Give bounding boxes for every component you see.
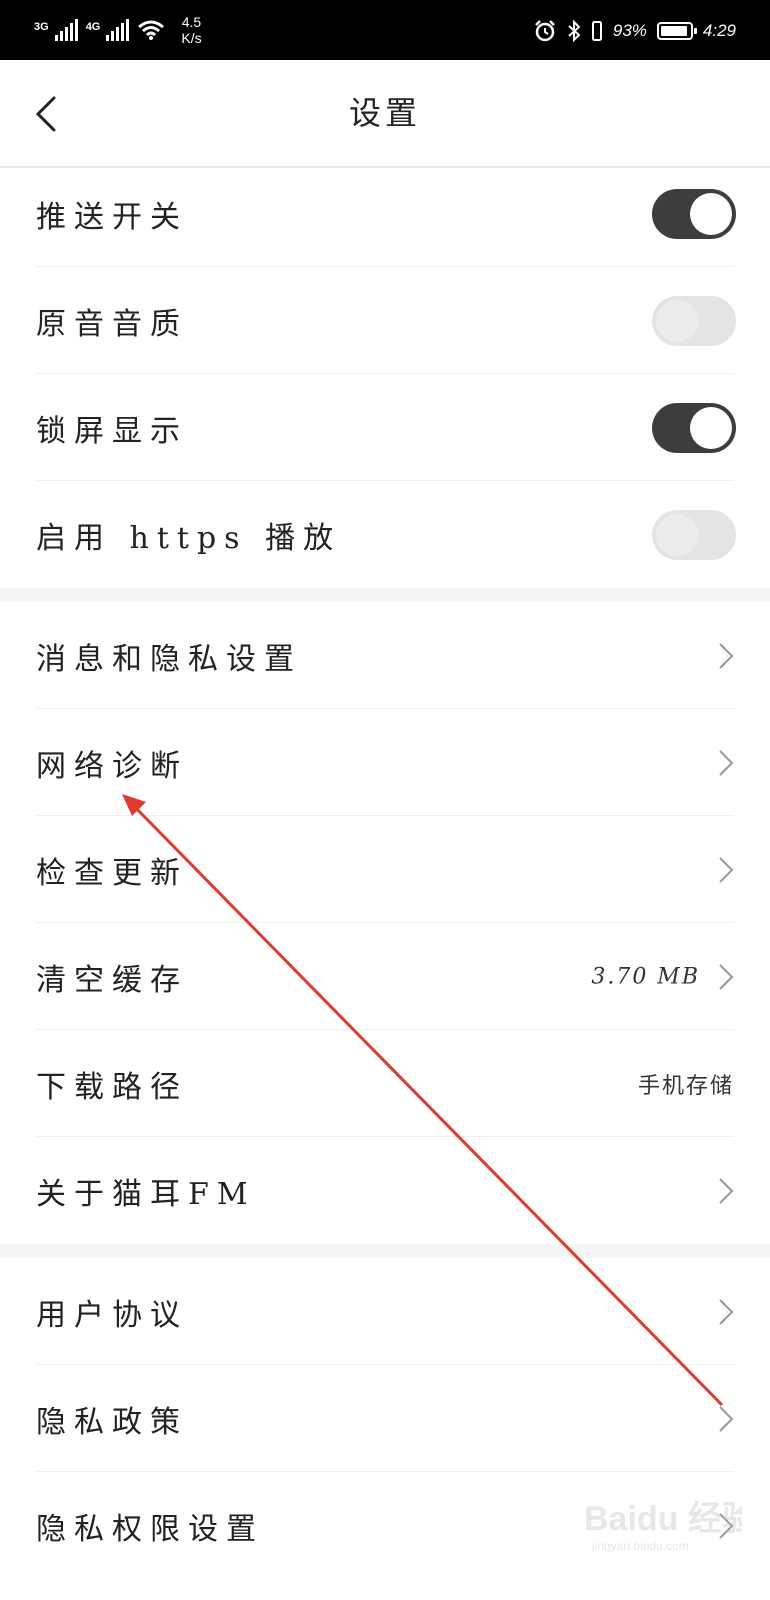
chevron-right-icon xyxy=(719,963,734,990)
setting-row-lockscreen[interactable]: 锁屏显示 xyxy=(0,374,770,481)
setting-row-original-quality[interactable]: 原音音质 xyxy=(0,267,770,374)
chevron-right-icon xyxy=(719,1298,734,1325)
menu-label: 隐私政策 xyxy=(36,1404,188,1440)
svg-text:Baidu 经验: Baidu 经验 xyxy=(584,1499,742,1538)
menu-label: 隐私权限设置 xyxy=(36,1511,264,1547)
toggle-knob xyxy=(690,192,732,235)
cache-size: 3.70 MB xyxy=(591,964,700,989)
chevron-right-icon xyxy=(719,749,734,776)
menu-row-user-agreement[interactable]: 用户协议 xyxy=(0,1258,770,1365)
battery-fill xyxy=(660,26,687,36)
setting-label: 原音音质 xyxy=(36,306,188,342)
menu-row-privacy-policy[interactable]: 隐私政策 xyxy=(0,1365,770,1472)
section-gap xyxy=(0,588,770,602)
signal-icon: 3G xyxy=(34,19,78,41)
chevron-right-icon xyxy=(719,1405,734,1432)
chevron-right-icon xyxy=(719,1177,734,1204)
menu-label: 检查更新 xyxy=(36,855,188,891)
toggle-knob xyxy=(656,513,698,556)
bluetooth-icon xyxy=(568,19,581,43)
lockscreen-toggle[interactable] xyxy=(652,402,736,453)
menu-label: 网络诊断 xyxy=(36,748,188,784)
download-path-value: 手机存储 xyxy=(637,1073,734,1099)
menu-row-message-privacy[interactable]: 消息和隐私设置 xyxy=(0,602,770,709)
original-quality-toggle[interactable] xyxy=(652,295,736,346)
speed-unit: K/s xyxy=(181,30,202,46)
alarm-icon xyxy=(534,20,555,42)
chevron-right-icon xyxy=(719,856,734,883)
menu-row-clear-cache[interactable]: 清空缓存 3.70 MB xyxy=(0,923,770,1030)
clock: 4:29 xyxy=(702,21,736,40)
menu-label: 用户协议 xyxy=(36,1297,188,1333)
page-title: 设置 xyxy=(348,94,421,132)
battery-percent: 93% xyxy=(612,21,647,40)
battery-icon xyxy=(656,22,697,40)
network-type-2: 4G xyxy=(85,21,101,33)
vibrate-icon xyxy=(591,21,602,41)
speed-value: 4.5 xyxy=(181,14,202,30)
setting-label: 启用 https 播放 xyxy=(36,520,342,556)
network-type-1: 3G xyxy=(34,21,49,33)
menu-label: 关于猫耳FM xyxy=(36,1176,256,1212)
menu-label: 消息和隐私设置 xyxy=(36,641,302,677)
toggle-knob xyxy=(690,406,732,449)
setting-row-push[interactable]: 推送开关 xyxy=(0,160,770,267)
setting-label: 推送开关 xyxy=(36,199,188,235)
menu-row-check-update[interactable]: 检查更新 xyxy=(0,816,770,923)
svg-text:jingyan.baidu.com: jingyan.baidu.com xyxy=(591,1539,689,1553)
toggle-knob xyxy=(656,299,698,342)
menu-row-about[interactable]: 关于猫耳FM xyxy=(0,1137,770,1244)
menu-label: 下载路径 xyxy=(36,1069,188,1105)
menu-row-network-diagnosis[interactable]: 网络诊断 xyxy=(0,709,770,816)
setting-row-https[interactable]: 启用 https 播放 xyxy=(0,481,770,588)
top-bar: 设置 xyxy=(0,60,770,168)
baidu-watermark-logo: Baidu 经验 jingyan.baidu.com xyxy=(584,1499,742,1553)
status-bar: 3G 4G 4.5 K/s 93% 4:29 xyxy=(0,0,770,60)
setting-label: 锁屏显示 xyxy=(36,413,188,449)
network-speed: 4.5 K/s xyxy=(181,14,201,46)
menu-row-download-path[interactable]: 下载路径 手机存储 xyxy=(0,1030,770,1137)
https-toggle[interactable] xyxy=(652,509,736,560)
section-gap xyxy=(0,1244,770,1258)
wifi-icon xyxy=(138,20,165,40)
menu-label: 清空缓存 xyxy=(36,962,188,998)
signal-icon-2: 4G xyxy=(86,19,130,41)
chevron-right-icon xyxy=(719,642,734,669)
push-toggle[interactable] xyxy=(652,188,736,239)
